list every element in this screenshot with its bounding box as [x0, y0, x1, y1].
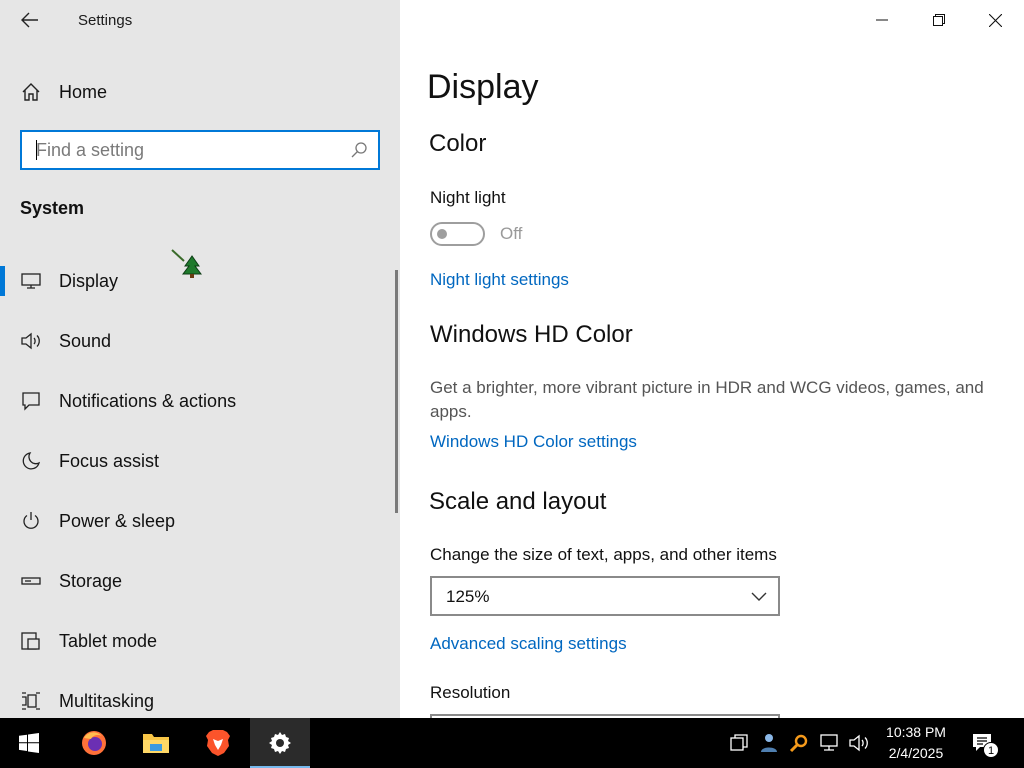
- clock-time: 10:38 PM: [886, 724, 946, 740]
- page-title: Display: [427, 68, 539, 106]
- window-title: Settings: [78, 12, 133, 29]
- back-button[interactable]: [10, 4, 50, 36]
- restore-icon: [932, 14, 945, 26]
- people-network-icon: [761, 734, 777, 752]
- network-people-tray-button[interactable]: [757, 731, 781, 755]
- start-icon: [19, 733, 39, 753]
- night-light-label: Night light: [430, 188, 506, 207]
- clock-date: 2/4/2025: [888, 745, 944, 761]
- night-light-toggle[interactable]: [430, 222, 485, 246]
- settings-taskbar-button[interactable]: [250, 718, 310, 768]
- scale-value: 125%: [446, 587, 490, 606]
- advanced-scaling-link[interactable]: Advanced scaling settings: [430, 634, 627, 654]
- color-heading: Color: [429, 130, 487, 157]
- brave-taskbar-button[interactable]: [192, 718, 244, 768]
- network-tray-button[interactable]: [817, 731, 841, 755]
- restore-button[interactable]: [910, 0, 967, 40]
- search-setting-box[interactable]: [20, 130, 380, 170]
- title-bar: Settings: [0, 0, 400, 40]
- night-light-state: Off: [500, 224, 523, 243]
- task-view-icon: [730, 734, 748, 751]
- tree-cursor-icon: [171, 249, 202, 278]
- night-light-settings-link[interactable]: Night light settings: [430, 270, 569, 290]
- file-explorer-taskbar-button[interactable]: [130, 718, 182, 768]
- hd-color-heading: Windows HD Color: [430, 321, 633, 348]
- volume-icon: [849, 734, 868, 752]
- sidebar-scrollbar[interactable]: [395, 270, 398, 513]
- start-button[interactable]: [0, 718, 58, 768]
- firefox-icon: [82, 731, 106, 755]
- sidebar-item-label: Multitasking: [59, 690, 155, 711]
- sidebar-item-label: Power & sleep: [59, 510, 176, 531]
- speaker-icon: [20, 330, 42, 352]
- search-input[interactable]: [22, 132, 342, 168]
- sidebar-item-label: Display: [59, 270, 119, 291]
- chevron-down-icon: [751, 592, 767, 601]
- notification-icon: [20, 390, 42, 412]
- change-size-label: Change the size of text, apps, and other…: [430, 545, 777, 564]
- scale-layout-heading: Scale and layout: [429, 488, 607, 515]
- minimize-icon: [875, 19, 888, 21]
- sidebar-item-label: Notifications & actions: [59, 390, 237, 411]
- minimize-button[interactable]: [853, 0, 910, 40]
- text-caret: [36, 140, 37, 160]
- multitasking-icon: [20, 690, 42, 712]
- main-content: Display Color Night light Off Night ligh…: [400, 0, 1024, 718]
- moon-icon: [20, 450, 42, 472]
- sidebar-item-power-sleep[interactable]: Power & sleep: [0, 491, 400, 551]
- sidebar-item-tablet-mode[interactable]: Tablet mode: [0, 611, 400, 671]
- settings-icon: [269, 732, 291, 754]
- resolution-label: Resolution: [430, 683, 511, 702]
- taskbar: 10:38 PM 2/4/2025: [0, 718, 1024, 768]
- file-explorer-icon: [143, 734, 169, 753]
- sidebar-item-label: Home: [59, 81, 108, 102]
- search-tray-button[interactable]: [787, 731, 811, 755]
- sidebar-item-multitasking[interactable]: Multitasking: [0, 671, 400, 718]
- sidebar-item-storage[interactable]: Storage: [0, 551, 400, 611]
- taskbar-clock[interactable]: 10:38 PM 2/4/2025: [880, 722, 952, 764]
- firefox-taskbar-button[interactable]: [68, 718, 120, 768]
- search-icon[interactable]: [350, 141, 368, 159]
- home-icon: [20, 81, 42, 103]
- hd-color-settings-link[interactable]: Windows HD Color settings: [430, 432, 637, 452]
- section-heading: System: [20, 198, 85, 218]
- task-view-tray-button[interactable]: [727, 731, 751, 755]
- sidebar-item-sound[interactable]: Sound: [0, 311, 400, 371]
- sidebar-item-label: Storage: [59, 570, 123, 591]
- close-button[interactable]: [967, 0, 1024, 40]
- window-controls: [853, 0, 1024, 40]
- scale-dropdown[interactable]: 125%: [430, 576, 780, 616]
- storage-icon: [20, 570, 42, 592]
- sidebar-item-label: Sound: [59, 330, 112, 351]
- power-icon: [20, 510, 42, 532]
- volume-tray-button[interactable]: [847, 731, 871, 755]
- tablet-mode-icon: [20, 630, 42, 652]
- notification-count-badge: 1: [983, 742, 999, 758]
- magnifier-icon: [789, 734, 808, 753]
- close-icon: [989, 13, 1002, 27]
- sidebar-item-home[interactable]: Home: [0, 72, 400, 112]
- sidebar-item-focus-assist[interactable]: Focus assist: [0, 431, 400, 491]
- sidebar-item-notifications[interactable]: Notifications & actions: [0, 371, 400, 431]
- sidebar-item-label: Tablet mode: [59, 630, 158, 651]
- sidebar-nav-list: Display Sound Notifications & actions Fo…: [0, 251, 400, 718]
- toggle-knob: [437, 229, 447, 239]
- settings-sidebar: Settings Home System Display Sound: [0, 0, 400, 718]
- sidebar-item-label: Focus assist: [59, 450, 160, 471]
- back-arrow-icon: [21, 12, 38, 28]
- brave-icon: [206, 730, 230, 756]
- network-icon: [820, 734, 838, 751]
- monitor-icon: [20, 270, 42, 292]
- hd-color-description: Get a brighter, more vibrant picture in …: [430, 378, 984, 421]
